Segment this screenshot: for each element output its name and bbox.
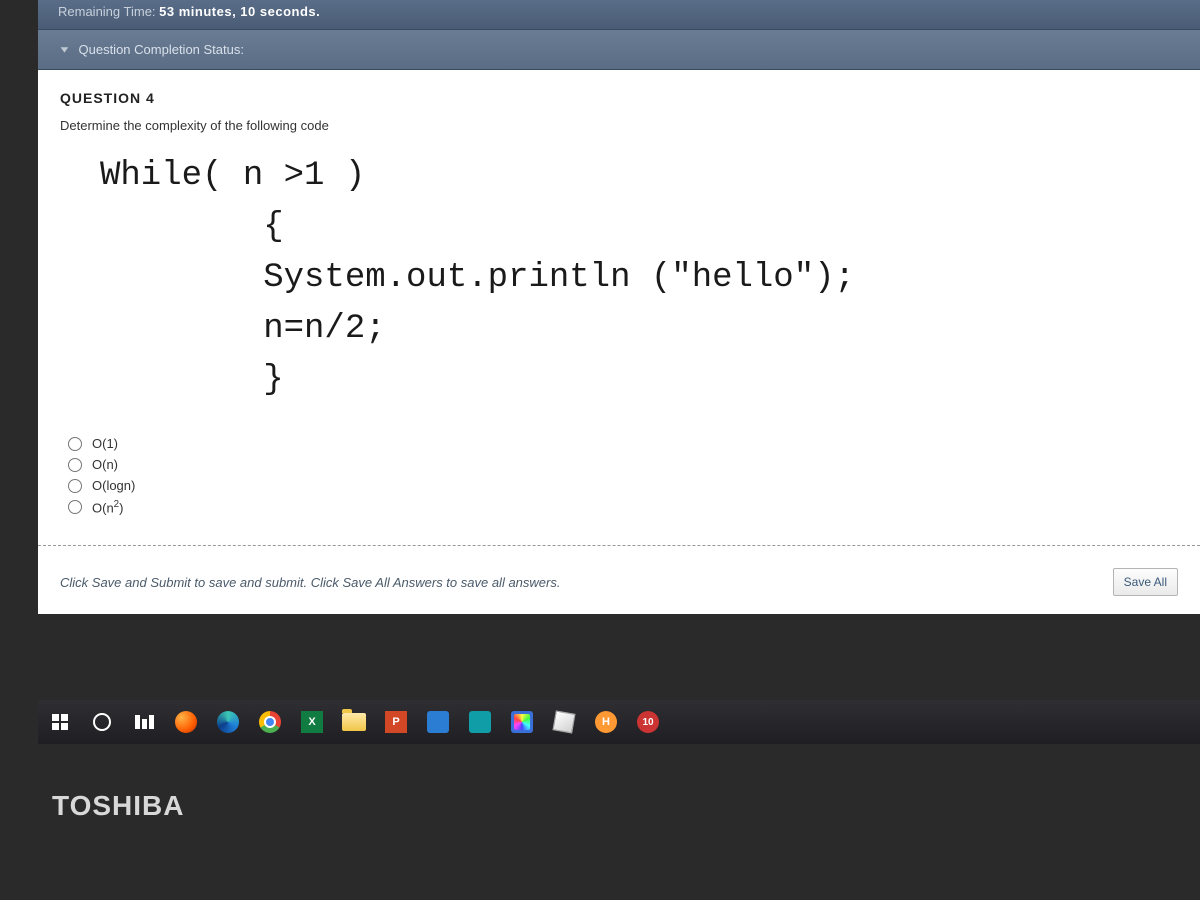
timer-label: Remaining Time: [58,4,156,19]
app-icon-teal[interactable] [466,708,494,736]
question-prompt: Determine the complexity of the followin… [60,118,1178,133]
code-block: While( n >1 ) { System.out.println ("hel… [100,151,1178,406]
edge-icon[interactable] [214,708,242,736]
option-label: O(n2) [92,499,123,515]
app-badge-icon[interactable]: 10 [634,708,662,736]
option-radio-on2[interactable] [68,500,82,514]
instruction-text: Click Save and Submit to save and submit… [60,575,560,590]
option-on[interactable]: O(n) [68,457,1178,472]
option-radio-o1[interactable] [68,437,82,451]
chevron-down-icon: ▼ [58,44,71,55]
option-label: O(1) [92,436,118,451]
app-icon-blue[interactable] [424,708,452,736]
firefox-icon[interactable] [172,708,200,736]
option-ologn[interactable]: O(logn) [68,478,1178,493]
option-label: O(logn) [92,478,135,493]
option-radio-ologn[interactable] [68,479,82,493]
timer-bar: Remaining Time: 53 minutes, 10 seconds. [38,0,1200,30]
option-radio-on[interactable] [68,458,82,472]
file-explorer-icon[interactable] [340,708,368,736]
powerpoint-icon[interactable]: P [382,708,410,736]
question-card: QUESTION 4 Determine the complexity of t… [38,70,1200,545]
chrome-icon[interactable] [256,708,284,736]
timer-value: 53 minutes, 10 seconds. [159,4,320,19]
task-view-icon[interactable] [130,708,158,736]
paint-icon[interactable] [508,708,536,736]
laptop-brand-label: TOSHIBA [52,790,185,822]
box-3d-icon[interactable] [550,708,578,736]
answer-options: O(1) O(n) O(logn) O(n2) [68,436,1178,515]
windows-taskbar[interactable]: X P H 10 [38,700,1200,744]
option-o1[interactable]: O(1) [68,436,1178,451]
start-button[interactable] [46,708,74,736]
instruction-bar: Click Save and Submit to save and submit… [38,545,1200,614]
cortana-search-icon[interactable] [88,708,116,736]
question-header: QUESTION 4 [60,90,1178,106]
option-on2[interactable]: O(n2) [68,499,1178,515]
status-label: Question Completion Status: [79,42,244,57]
excel-icon[interactable]: X [298,708,326,736]
app-hot-icon[interactable]: H [592,708,620,736]
save-all-button[interactable]: Save All [1113,568,1178,596]
option-label: O(n) [92,457,118,472]
question-completion-status-bar[interactable]: ▼ Question Completion Status: [38,30,1200,70]
